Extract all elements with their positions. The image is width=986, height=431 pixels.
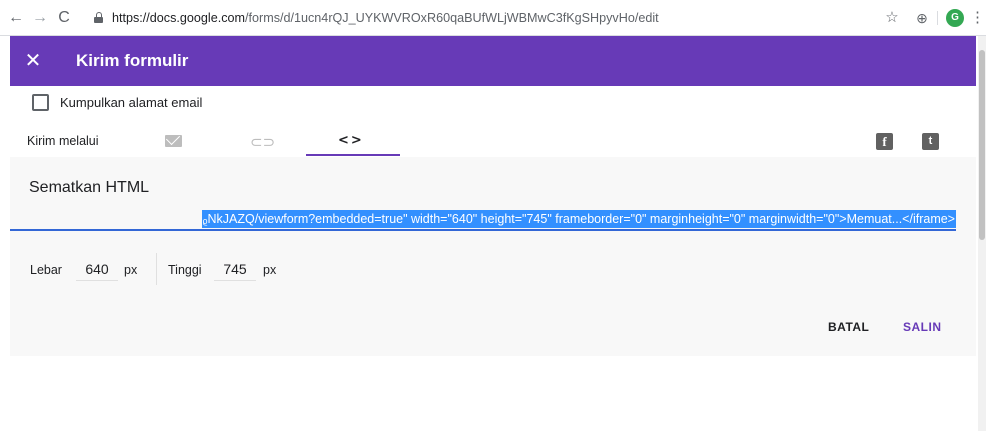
page-scrollbar[interactable] bbox=[978, 36, 986, 431]
lock-icon bbox=[94, 12, 103, 23]
send-via-row: Kirim melalui ⊂⊃ <> f t bbox=[10, 126, 976, 158]
collect-email-label[interactable]: Kumpulkan alamat email bbox=[60, 95, 202, 111]
twitter-icon[interactable]: t bbox=[922, 133, 939, 150]
reload-icon[interactable]: C bbox=[54, 8, 74, 28]
dimensions-divider bbox=[156, 253, 157, 285]
dialog-title: Kirim formulir bbox=[76, 51, 189, 70]
mail-icon bbox=[165, 135, 182, 147]
height-unit: px bbox=[263, 263, 277, 277]
copy-button[interactable]: SALIN bbox=[903, 317, 942, 337]
embed-code-field[interactable]: ᵨNkJAZQ/viewform?embedded=true" width="6… bbox=[10, 210, 956, 230]
extension-icon[interactable]: ⊕ bbox=[912, 8, 932, 28]
profile-avatar[interactable]: G bbox=[946, 9, 964, 27]
code-icon: <> bbox=[338, 133, 364, 148]
active-tab-indicator bbox=[306, 154, 400, 156]
dialog-header: ✕ Kirim formulir bbox=[10, 36, 976, 86]
tab-email[interactable] bbox=[126, 126, 220, 158]
embed-code-text[interactable]: ᵨNkJAZQ/viewform?embedded=true" width="6… bbox=[201, 210, 956, 228]
forward-arrow-icon[interactable]: → bbox=[30, 8, 50, 28]
width-input[interactable]: 640 bbox=[76, 259, 118, 281]
facebook-icon[interactable]: f bbox=[876, 133, 893, 150]
url-path: /forms/d/1ucn4rQJ_UYKWVROxR60qaBUfWLjWBM… bbox=[245, 11, 659, 25]
address-bar[interactable]: https://docs.google.com/forms/d/1ucn4rQJ… bbox=[88, 5, 950, 31]
cancel-button[interactable]: BATAL bbox=[828, 317, 869, 337]
tab-embed[interactable]: <> bbox=[306, 126, 400, 158]
send-via-label: Kirim melalui bbox=[27, 134, 99, 148]
tab-link[interactable]: ⊂⊃ bbox=[213, 126, 307, 158]
send-form-dialog: ✕ Kirim formulir Kumpulkan alamat email … bbox=[10, 36, 976, 356]
url-host: https://docs.google.com bbox=[112, 11, 246, 25]
width-unit: px bbox=[124, 263, 138, 277]
url-text[interactable]: https://docs.google.com/forms/d/1ucn4rQJ… bbox=[112, 10, 659, 26]
scrollbar-thumb[interactable] bbox=[979, 50, 985, 240]
embed-section-title: Sematkan HTML bbox=[29, 179, 150, 196]
collect-email-checkbox[interactable] bbox=[32, 94, 49, 111]
height-label: Tinggi bbox=[168, 263, 202, 277]
link-icon: ⊂⊃ bbox=[250, 133, 276, 151]
embed-code-underline bbox=[10, 229, 956, 231]
toolbar-divider bbox=[937, 11, 938, 25]
close-icon[interactable]: ✕ bbox=[22, 50, 44, 72]
browser-menu-icon[interactable]: ⋮ bbox=[970, 8, 985, 28]
back-arrow-icon[interactable]: ← bbox=[6, 8, 26, 28]
embed-panel: Sematkan HTML ᵨNkJAZQ/viewform?embedded=… bbox=[10, 157, 976, 356]
page-content: ✕ Kirim formulir Kumpulkan alamat email … bbox=[0, 36, 986, 431]
bookmark-star-icon[interactable]: ☆ bbox=[882, 8, 902, 28]
height-input[interactable]: 745 bbox=[214, 259, 256, 281]
width-label: Lebar bbox=[30, 263, 62, 277]
browser-toolbar: ← → C https://docs.google.com/forms/d/1u… bbox=[0, 0, 986, 36]
